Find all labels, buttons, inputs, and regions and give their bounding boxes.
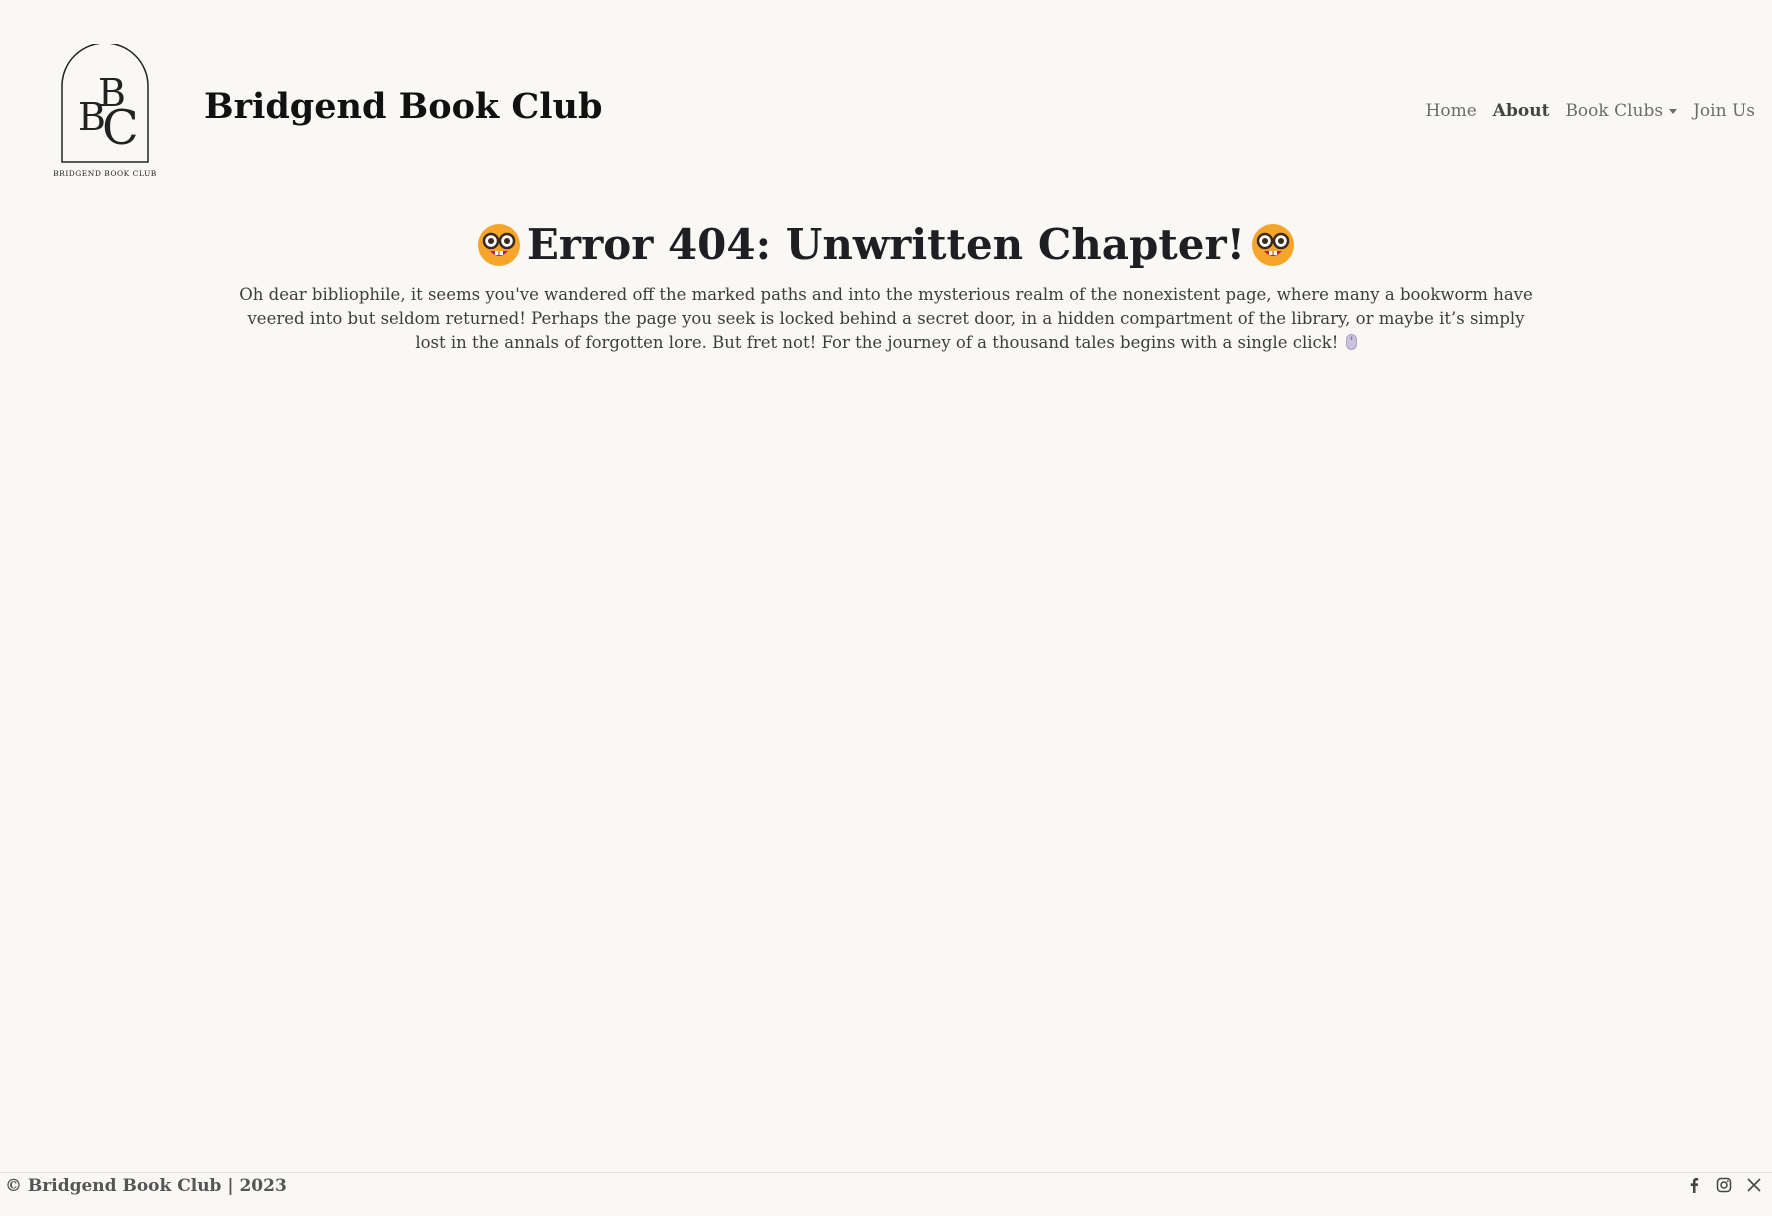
nav-about[interactable]: About	[1493, 101, 1550, 121]
computer-mouse-icon	[1345, 333, 1357, 350]
svg-text:C: C	[102, 100, 139, 156]
nav-book-clubs-label: Book Clubs	[1565, 101, 1664, 121]
instagram-icon[interactable]	[1716, 1177, 1732, 1193]
site-footer: © Bridgend Book Club | 2023	[0, 1172, 1772, 1216]
nav-join-us[interactable]: Join Us	[1693, 101, 1755, 121]
nerd-face-icon	[477, 223, 520, 266]
copyright: © Bridgend Book Club | 2023	[5, 1176, 287, 1196]
error-message-text: Oh dear bibliophile, it seems you've wan…	[239, 284, 1533, 352]
nerd-face-icon	[1252, 223, 1295, 266]
chevron-down-icon	[1669, 109, 1678, 114]
error-message: Oh dear bibliophile, it seems you've wan…	[236, 283, 1536, 355]
site-brand[interactable]: Bridgend Book Club	[204, 86, 602, 127]
x-icon[interactable]	[1746, 1177, 1762, 1193]
main-content: Error 404: Unwritten Chapter! Oh dear bi…	[0, 220, 1772, 355]
page-title: Error 404: Unwritten Chapter!	[471, 220, 1301, 269]
site-header: B B C BRIDGEND BOOK CLUB Bridgend Book C…	[0, 0, 1772, 200]
facebook-icon[interactable]	[1686, 1177, 1702, 1193]
logo[interactable]: B B C BRIDGEND BOOK CLUB	[50, 42, 160, 180]
logo-text: BRIDGEND BOOK CLUB	[53, 169, 157, 178]
nav-book-clubs[interactable]: Book Clubs	[1565, 101, 1678, 121]
social-links	[1672, 1177, 1762, 1193]
main-nav: Home About Book Clubs Join Us	[1410, 101, 1755, 121]
nav-home[interactable]: Home	[1426, 101, 1477, 121]
page-title-text: Error 404: Unwritten Chapter!	[526, 220, 1246, 269]
